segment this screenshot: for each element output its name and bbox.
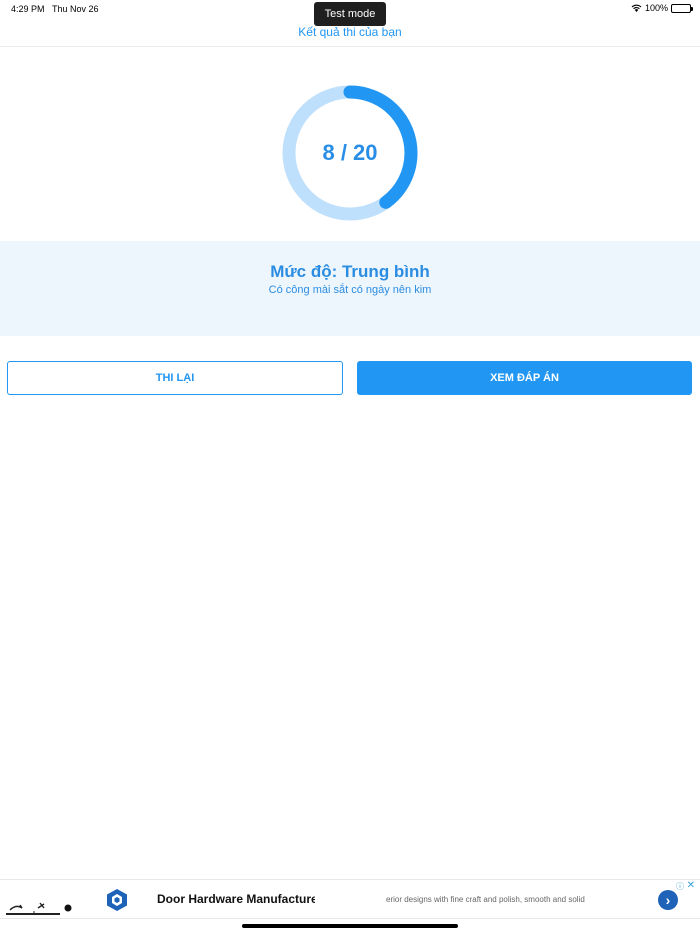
battery-percent: 100%	[644, 3, 668, 13]
level-panel: Mức độ: Trung bình Có công mài sắt có ng…	[0, 241, 700, 336]
status-time: 4:29 PM	[11, 4, 45, 14]
ad-logo-icon	[107, 889, 127, 911]
score-ring: 8 / 20	[280, 83, 420, 223]
close-icon[interactable]: ✕	[687, 880, 695, 891]
ad-description: erior designs with fine craft and polish…	[386, 895, 585, 904]
chevron-right-icon[interactable]: ›	[658, 890, 678, 910]
test-mode-badge: Test mode	[314, 2, 386, 26]
battery-icon	[671, 3, 693, 13]
ad-image	[6, 902, 72, 915]
score-text: 8 / 20	[322, 140, 378, 165]
wifi-icon	[631, 4, 642, 12]
level-subtitle: Có công mài sắt có ngày nên kim	[268, 284, 432, 296]
status-date: Thu Nov 26	[52, 4, 99, 14]
view-answers-button[interactable]: XEM ĐÁP ÁN	[357, 361, 692, 395]
ad-title: Door Hardware Manufacturer	[157, 892, 315, 906]
status-right: 100%	[631, 3, 693, 13]
level-title: Mức độ: Trung bình	[270, 262, 430, 281]
ad-choices-icon[interactable]: ⓘ	[676, 881, 684, 892]
home-indicator	[242, 924, 458, 928]
retry-button[interactable]: THI LẠI	[7, 361, 343, 395]
ad-banner[interactable]: Door Hardware Manufacturer erior designs…	[0, 879, 700, 919]
